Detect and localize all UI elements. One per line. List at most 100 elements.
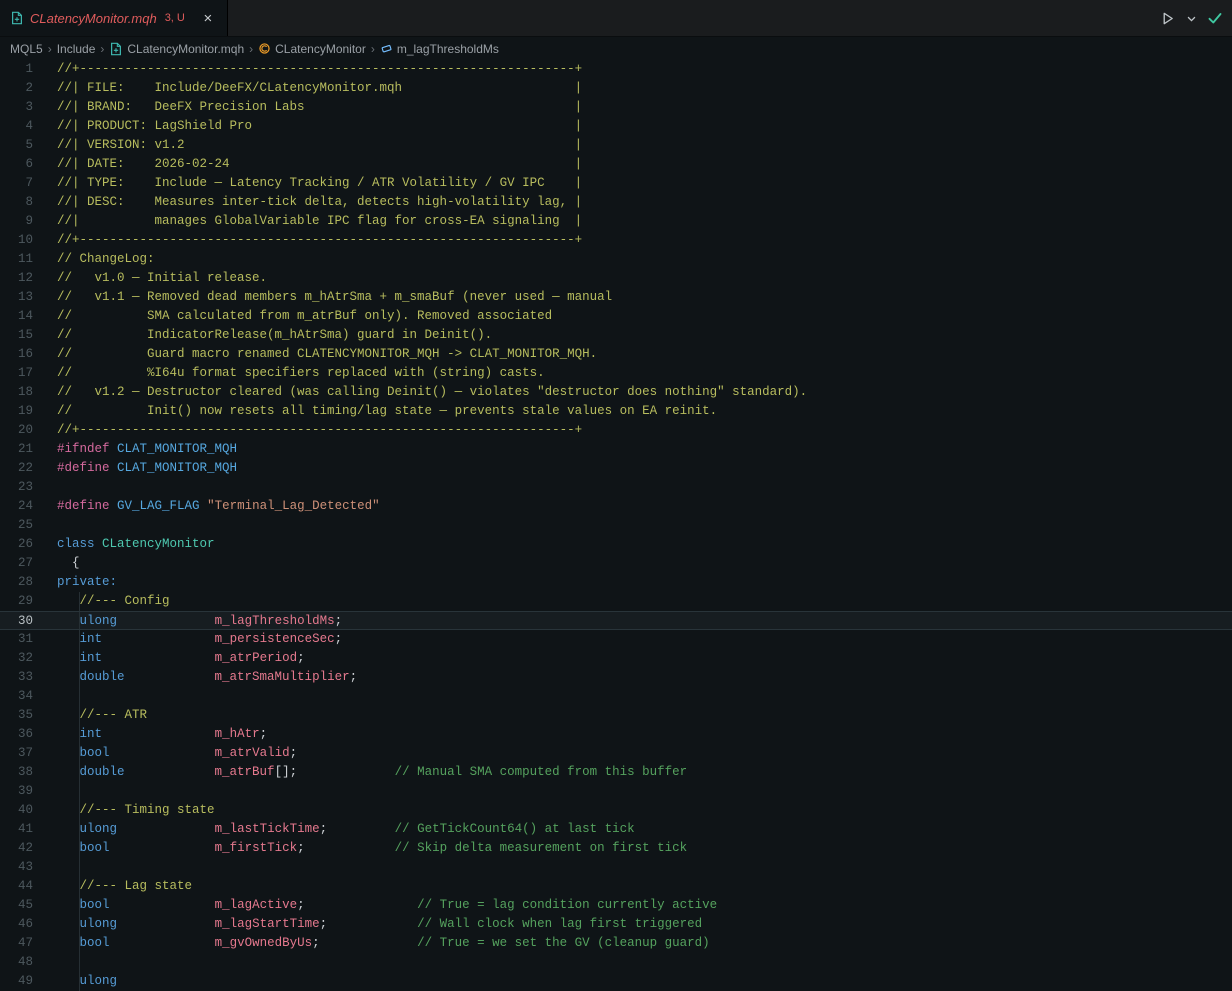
code-line[interactable]: 11// ChangeLog:	[0, 250, 1232, 269]
code-line[interactable]: 34	[0, 687, 1232, 706]
tab-problems-git-badge: 3, U	[165, 12, 185, 24]
breadcrumb-item-clatencymonitor-mqh[interactable]: CLatencyMonitor.mqh	[109, 42, 244, 56]
code-line[interactable]: 39	[0, 782, 1232, 801]
code-text: private:	[45, 573, 1232, 592]
breadcrumb-item-mql5[interactable]: MQL5	[10, 42, 43, 56]
code-line[interactable]: 20//+-----------------------------------…	[0, 421, 1232, 440]
code-text: #ifndef CLAT_MONITOR_MQH	[45, 440, 1232, 459]
line-number: 2	[0, 79, 45, 98]
line-number: 28	[0, 573, 45, 592]
mql-file-icon	[109, 42, 123, 56]
line-number: 33	[0, 668, 45, 687]
breadcrumb-separator: ›	[371, 42, 375, 56]
run-icon[interactable]	[1156, 7, 1178, 29]
code-line[interactable]: 3//| BRAND: DeeFX Precision Labs |	[0, 98, 1232, 117]
check-icon[interactable]	[1204, 7, 1226, 29]
line-number: 3	[0, 98, 45, 117]
breadcrumb-item-m-lagthresholdms[interactable]: m_lagThresholdMs	[380, 42, 499, 56]
code-line[interactable]: 4//| PRODUCT: LagShield Pro |	[0, 117, 1232, 136]
code-line[interactable]: 29 //--- Config	[0, 592, 1232, 611]
line-number: 4	[0, 117, 45, 136]
code-line[interactable]: 17// %I64u format specifiers replaced wi…	[0, 364, 1232, 383]
breadcrumb-item-include[interactable]: Include	[57, 42, 96, 56]
editor[interactable]: 1 //+------------------------------------…	[0, 60, 1232, 991]
breadcrumb-label: CLatencyMonitor.mqh	[127, 42, 244, 56]
line-number: 1	[0, 60, 45, 79]
code-line[interactable]: 36 int m_hAtr;	[0, 725, 1232, 744]
code-line[interactable]: 44 //--- Lag state	[0, 877, 1232, 896]
code-line[interactable]: 37 bool m_atrValid;	[0, 744, 1232, 763]
line-number: 43	[0, 858, 45, 877]
code-line[interactable]: 28private:	[0, 573, 1232, 592]
code-line[interactable]: 8//| DESC: Measures inter-tick delta, de…	[0, 193, 1232, 212]
code-line[interactable]: 19// Init() now resets all timing/lag st…	[0, 402, 1232, 421]
code-line[interactable]: 48	[0, 953, 1232, 972]
line-number: 16	[0, 345, 45, 364]
line-number: 6	[0, 155, 45, 174]
code-line[interactable]: 12// v1.0 — Initial release.	[0, 269, 1232, 288]
code-text	[45, 782, 1232, 801]
code-line[interactable]: 24#define GV_LAG_FLAG "Terminal_Lag_Dete…	[0, 497, 1232, 516]
code-line[interactable]: 27 {	[0, 554, 1232, 573]
code-text: //+-------------------------------------…	[45, 421, 1232, 440]
code-line[interactable]: 45 bool m_lagActive; // True = lag condi…	[0, 896, 1232, 915]
line-number: 9	[0, 212, 45, 231]
line-number: 38	[0, 763, 45, 782]
breadcrumb-item-clatencymonitor[interactable]: CLatencyMonitor	[258, 42, 366, 56]
line-number: 32	[0, 649, 45, 668]
line-number: 39	[0, 782, 45, 801]
code-line[interactable]: 23	[0, 478, 1232, 497]
code-line[interactable]: 49 ulong	[0, 972, 1232, 991]
code-line[interactable]: 31 int m_persistenceSec;	[0, 630, 1232, 649]
code-line[interactable]: 32 int m_atrPeriod;	[0, 649, 1232, 668]
code-line[interactable]: 14// SMA calculated from m_atrBuf only).…	[0, 307, 1232, 326]
chevron-down-icon[interactable]	[1184, 7, 1198, 29]
code-text: // Init() now resets all timing/lag stat…	[45, 402, 1232, 421]
line-number: 47	[0, 934, 45, 953]
code-line[interactable]: 18// v1.2 — Destructor cleared (was call…	[0, 383, 1232, 402]
code-line[interactable]: 30 ulong m_lagThresholdMs;	[0, 611, 1232, 630]
code-text	[45, 687, 1232, 706]
line-number: 8	[0, 193, 45, 212]
code-line[interactable]: 10//+-----------------------------------…	[0, 231, 1232, 250]
code-line[interactable]: 25	[0, 516, 1232, 535]
code-line[interactable]: 5//| VERSION: v1.2 |	[0, 136, 1232, 155]
code-line[interactable]: 40 //--- Timing state	[0, 801, 1232, 820]
line-number: 25	[0, 516, 45, 535]
line-number: 42	[0, 839, 45, 858]
code-line[interactable]: 7//| TYPE: Include — Latency Tracking / …	[0, 174, 1232, 193]
code-line[interactable]: 42 bool m_firstTick; // Skip delta measu…	[0, 839, 1232, 858]
code-line[interactable]: 2//| FILE: Include/DeeFX/CLatencyMonitor…	[0, 79, 1232, 98]
line-number: 10	[0, 231, 45, 250]
line-number: 45	[0, 896, 45, 915]
close-icon[interactable]: ×	[199, 9, 217, 27]
code-line[interactable]: 41 ulong m_lastTickTime; // GetTickCount…	[0, 820, 1232, 839]
code-text: bool m_gvOwnedByUs; // True = we set the…	[45, 934, 1232, 953]
line-number: 5	[0, 136, 45, 155]
code-text: //| FILE: Include/DeeFX/CLatencyMonitor.…	[45, 79, 1232, 98]
code-line[interactable]: 22#define CLAT_MONITOR_MQH	[0, 459, 1232, 478]
code-line[interactable]: 6//| DATE: 2026-02-24 |	[0, 155, 1232, 174]
code-line[interactable]: 15// IndicatorRelease(m_hAtrSma) guard i…	[0, 326, 1232, 345]
code-text: //| VERSION: v1.2 |	[45, 136, 1232, 155]
code-line[interactable]: 47 bool m_gvOwnedByUs; // True = we set …	[0, 934, 1232, 953]
line-number: 11	[0, 250, 45, 269]
code-line[interactable]: 16// Guard macro renamed CLATENCYMONITOR…	[0, 345, 1232, 364]
line-number: 35	[0, 706, 45, 725]
tab-clatencymonitor[interactable]: CLatencyMonitor.mqh 3, U ×	[0, 0, 228, 36]
code-line[interactable]: 13// v1.1 — Removed dead members m_hAtrS…	[0, 288, 1232, 307]
code-line[interactable]: 33 double m_atrSmaMultiplier;	[0, 668, 1232, 687]
code-line[interactable]: 43	[0, 858, 1232, 877]
code-text: {	[45, 554, 1232, 573]
code-line[interactable]: 26class CLatencyMonitor	[0, 535, 1232, 554]
code-line[interactable]: 35 //--- ATR	[0, 706, 1232, 725]
code-text: //--- Timing state	[45, 801, 1232, 820]
code-line[interactable]: 9//| manages GlobalVariable IPC flag for…	[0, 212, 1232, 231]
code-text: //| PRODUCT: LagShield Pro |	[45, 117, 1232, 136]
code-line[interactable]: 46 ulong m_lagStartTime; // Wall clock w…	[0, 915, 1232, 934]
line-number: 46	[0, 915, 45, 934]
code-line[interactable]: 21#ifndef CLAT_MONITOR_MQH	[0, 440, 1232, 459]
code-line[interactable]: 1//+------------------------------------…	[0, 60, 1232, 79]
code-line[interactable]: 38 double m_atrBuf[]; // Manual SMA comp…	[0, 763, 1232, 782]
line-number: 29	[0, 592, 45, 611]
